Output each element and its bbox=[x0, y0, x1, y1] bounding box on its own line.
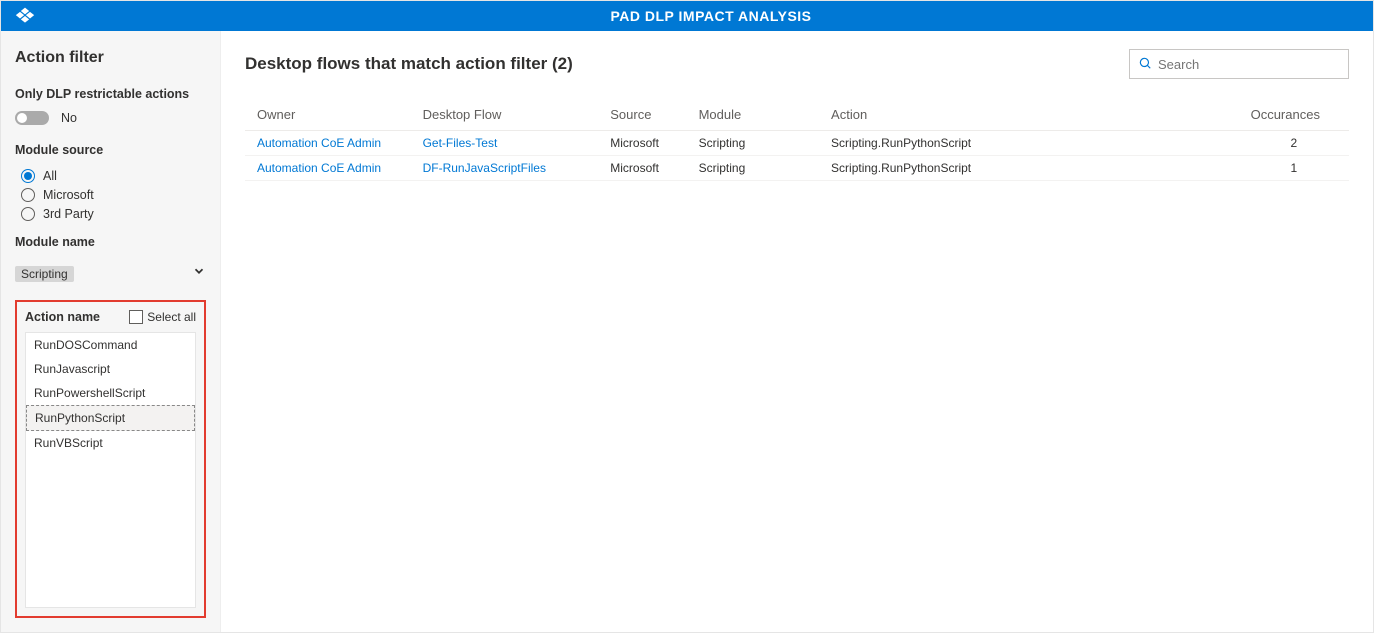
sidebar-title: Action filter bbox=[15, 49, 206, 67]
list-item[interactable]: RunPowershellScript bbox=[26, 381, 195, 405]
radio-3rd-party[interactable]: 3rd Party bbox=[21, 207, 206, 221]
module-name-label: Module name bbox=[15, 235, 206, 249]
app-waffle-icon[interactable] bbox=[1, 6, 49, 26]
col-module[interactable]: Module bbox=[687, 99, 819, 131]
table-row: Automation CoE Admin Get-Files-Test Micros… bbox=[245, 131, 1349, 156]
cell-module: Scripting bbox=[687, 156, 819, 181]
list-item[interactable]: RunJavascript bbox=[26, 357, 195, 381]
flow-link[interactable]: Get-Files-Test bbox=[423, 136, 498, 150]
dlp-toggle[interactable] bbox=[15, 111, 49, 125]
main-title: Desktop flows that match action filter (… bbox=[245, 54, 573, 74]
list-item[interactable]: RunDOSCommand bbox=[26, 333, 195, 357]
radio-label: 3rd Party bbox=[43, 207, 94, 221]
action-name-header: Action name Select all bbox=[25, 310, 196, 324]
results-table: Owner Desktop Flow Source Module Action … bbox=[245, 99, 1349, 181]
cell-action: Scripting.RunPythonScript bbox=[819, 156, 1239, 181]
select-all-label: Select all bbox=[147, 310, 196, 324]
table-header-row: Owner Desktop Flow Source Module Action … bbox=[245, 99, 1349, 131]
cell-occurrences: 1 bbox=[1239, 156, 1349, 181]
col-source[interactable]: Source bbox=[598, 99, 686, 131]
list-item[interactable]: RunVBScript bbox=[26, 431, 195, 455]
owner-link[interactable]: Automation CoE Admin bbox=[257, 161, 381, 175]
radio-all[interactable]: All bbox=[21, 169, 206, 183]
module-name-chip: Scripting bbox=[15, 266, 74, 282]
module-name-dropdown[interactable]: Scripting bbox=[15, 263, 206, 284]
dlp-toggle-value: No bbox=[61, 111, 77, 125]
action-name-listbox[interactable]: RunDOSCommandRunJavascriptRunPowershellS… bbox=[25, 332, 196, 608]
cell-source: Microsoft bbox=[598, 131, 686, 156]
cell-source: Microsoft bbox=[598, 156, 686, 181]
select-all-checkbox[interactable] bbox=[129, 310, 143, 324]
app-title: PAD DLP IMPACT ANALYSIS bbox=[49, 8, 1373, 24]
radio-dot-icon bbox=[24, 172, 32, 180]
chevron-down-icon bbox=[192, 264, 206, 283]
dlp-toggle-row: No bbox=[15, 111, 206, 125]
action-name-label: Action name bbox=[25, 310, 100, 324]
select-all-wrap[interactable]: Select all bbox=[129, 310, 196, 324]
radio-label: All bbox=[43, 169, 57, 183]
radio-label: Microsoft bbox=[43, 188, 94, 202]
cell-occurrences: 2 bbox=[1239, 131, 1349, 156]
app-header: PAD DLP IMPACT ANALYSIS bbox=[1, 1, 1373, 31]
col-owner[interactable]: Owner bbox=[245, 99, 411, 131]
cell-module: Scripting bbox=[687, 131, 819, 156]
module-source-label: Module source bbox=[15, 143, 206, 157]
search-box[interactable] bbox=[1129, 49, 1349, 79]
flow-link[interactable]: DF-RunJavaScriptFiles bbox=[423, 161, 546, 175]
search-input[interactable] bbox=[1158, 57, 1340, 72]
search-icon bbox=[1138, 56, 1152, 73]
radio-circle-icon bbox=[21, 207, 35, 221]
main-header-row: Desktop flows that match action filter (… bbox=[245, 49, 1349, 79]
main-area: Desktop flows that match action filter (… bbox=[221, 31, 1373, 632]
module-source-radio-group: All Microsoft 3rd Party bbox=[21, 169, 206, 221]
dlp-restrictable-label: Only DLP restrictable actions bbox=[15, 87, 206, 101]
col-action[interactable]: Action bbox=[819, 99, 1239, 131]
action-name-highlight: Action name Select all RunDOSCommandRunJ… bbox=[15, 300, 206, 618]
owner-link[interactable]: Automation CoE Admin bbox=[257, 136, 381, 150]
list-item[interactable]: RunPythonScript bbox=[26, 405, 195, 431]
cell-action: Scripting.RunPythonScript bbox=[819, 131, 1239, 156]
radio-microsoft[interactable]: Microsoft bbox=[21, 188, 206, 202]
filter-sidebar: Action filter Only DLP restrictable acti… bbox=[1, 31, 221, 632]
col-occurrences[interactable]: Occurances bbox=[1239, 99, 1349, 131]
radio-circle-icon bbox=[21, 169, 35, 183]
table-row: Automation CoE Admin DF-RunJavaScriptFile… bbox=[245, 156, 1349, 181]
app-body: Action filter Only DLP restrictable acti… bbox=[1, 31, 1373, 632]
col-flow[interactable]: Desktop Flow bbox=[411, 99, 599, 131]
app-shell: PAD DLP IMPACT ANALYSIS Action filter On… bbox=[0, 0, 1374, 633]
toggle-knob bbox=[17, 113, 27, 123]
radio-circle-icon bbox=[21, 188, 35, 202]
